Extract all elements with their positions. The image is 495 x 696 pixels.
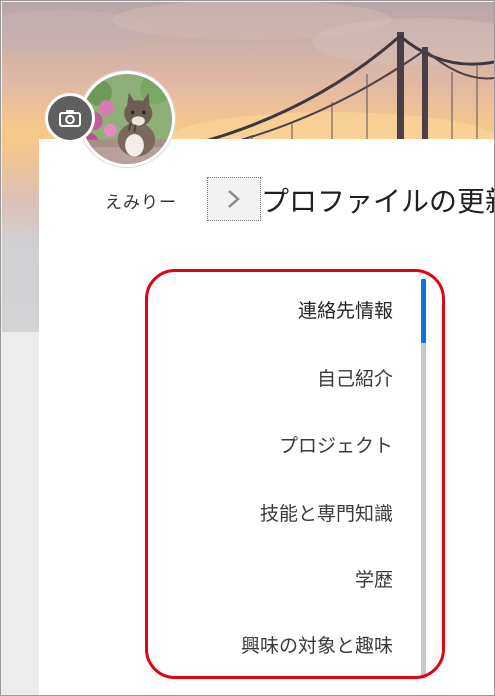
- breadcrumb-separator-button[interactable]: [207, 177, 261, 221]
- nav-item-contact-info[interactable]: 連絡先情報: [298, 297, 393, 325]
- active-section-indicator[interactable]: [421, 279, 426, 343]
- nav-item-interests-hobbies[interactable]: 興味の対象と趣味: [241, 632, 393, 660]
- cat-photo-icon: [82, 74, 172, 164]
- chevron-right-icon: [228, 190, 240, 208]
- nav-item-projects[interactable]: プロジェクト: [279, 432, 393, 460]
- nav-item-about-me[interactable]: 自己紹介: [317, 365, 393, 393]
- profile-name: えみりー: [75, 175, 207, 225]
- change-photo-button[interactable]: [45, 93, 95, 143]
- nav-item-skills-expertise[interactable]: 技能と専門知識: [260, 500, 393, 528]
- camera-icon: [59, 110, 81, 127]
- nav-item-education[interactable]: 学歴: [355, 566, 393, 594]
- window-frame: えみりー プロファイルの更新 連絡先情報 自己紹介 プロジェクト 技能と専門知識…: [0, 0, 495, 696]
- section-navigation: 連絡先情報 自己紹介 プロジェクト 技能と専門知識 学歴 興味の対象と趣味: [161, 277, 429, 677]
- page-title: プロファイルの更新: [261, 185, 495, 218]
